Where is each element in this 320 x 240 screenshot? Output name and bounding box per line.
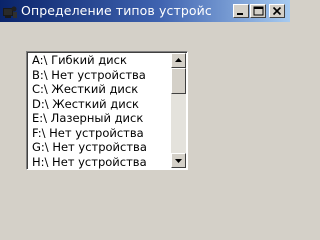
list-scrollbar[interactable] <box>171 53 186 168</box>
scroll-thumb[interactable] <box>171 68 186 94</box>
close-button[interactable] <box>269 4 285 18</box>
maximize-icon <box>253 6 264 16</box>
title-bar[interactable]: Определение типов устройс <box>0 0 290 22</box>
list-item[interactable]: G:\ Нет устройства <box>29 140 171 155</box>
scroll-up-button[interactable] <box>171 53 186 68</box>
list-item[interactable]: C:\ Жесткий диск <box>29 82 171 97</box>
list-item[interactable]: B:\ Нет устройства <box>29 68 171 83</box>
minimize-button[interactable] <box>233 4 249 18</box>
maximize-button[interactable] <box>250 4 266 18</box>
list-item[interactable]: F:\ Нет устройства <box>29 126 171 141</box>
list-item[interactable]: D:\ Жесткий диск <box>29 97 171 112</box>
window-title: Определение типов устройс <box>21 3 212 18</box>
device-list-items: A:\ Гибкий диск B:\ Нет устройства C:\ Ж… <box>29 53 171 169</box>
app-icon[interactable] <box>3 4 17 18</box>
app-window: Определение типов устройс A:\ Гибкий дис… <box>0 0 290 226</box>
arrow-down-icon <box>175 159 182 163</box>
scroll-down-button[interactable] <box>171 153 186 168</box>
device-list[interactable]: A:\ Гибкий диск B:\ Нет устройства C:\ Ж… <box>26 51 188 170</box>
arrow-up-icon <box>175 58 182 62</box>
list-item[interactable]: A:\ Гибкий диск <box>29 53 171 68</box>
list-item[interactable]: E:\ Лазерный диск <box>29 111 171 126</box>
list-item[interactable]: H:\ Нет устройства <box>29 155 171 170</box>
close-icon <box>272 6 282 16</box>
minimize-icon <box>237 13 243 15</box>
